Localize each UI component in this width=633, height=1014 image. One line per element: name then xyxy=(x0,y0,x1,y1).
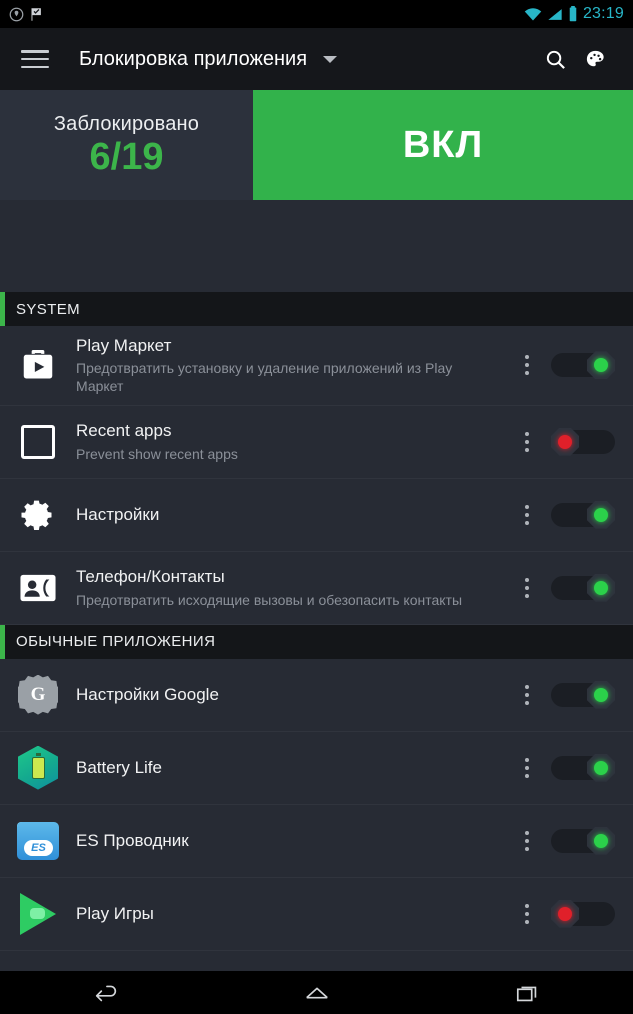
recents-icon[interactable] xyxy=(483,971,573,1014)
lock-toggle[interactable] xyxy=(545,754,621,782)
blocked-summary-bar: Заблокировано 6/19 ВКЛ xyxy=(0,90,633,200)
blocked-count: 6/19 xyxy=(90,138,164,178)
list-item-text: Play Маркет Предотвратить установку и уд… xyxy=(76,335,509,396)
list-item-text: Настройки Google xyxy=(76,684,509,705)
list-item-text: Телефон/Контакты Предотвратить исходящие… xyxy=(76,566,509,608)
list-item[interactable]: Battery Life xyxy=(0,732,633,805)
list-item[interactable]: Play Игры xyxy=(0,878,633,951)
gear-icon xyxy=(0,497,76,533)
list-item-title: Recent apps xyxy=(76,420,501,441)
list-item-title: Play Игры xyxy=(76,903,501,924)
list-item-text: Recent apps Prevent show recent apps xyxy=(76,420,509,462)
list-item[interactable]: Настройки xyxy=(0,479,633,552)
more-vertical-icon[interactable] xyxy=(509,685,545,705)
app-toolbar: Блокировка приложения xyxy=(0,28,633,90)
chevron-down-icon[interactable] xyxy=(323,56,337,63)
section-title: ОБЫЧНЫЕ ПРИЛОЖЕНИЯ xyxy=(5,633,215,650)
list-item-title: Настройки Google xyxy=(76,684,501,705)
lock-toggle[interactable] xyxy=(545,501,621,529)
system-navigation-bar xyxy=(0,971,633,1014)
lock-toggle[interactable] xyxy=(545,428,621,456)
more-vertical-icon[interactable] xyxy=(509,831,545,851)
status-bar-clock: 23:19 xyxy=(583,5,624,23)
section-header-normal-apps: ОБЫЧНЫЕ ПРИЛОЖЕНИЯ xyxy=(0,625,633,659)
list-item[interactable]: Телефон/Контакты Предотвратить исходящие… xyxy=(0,552,633,625)
recent-apps-square-icon xyxy=(0,425,76,459)
play-store-icon xyxy=(0,346,76,384)
master-toggle-button[interactable]: ВКЛ xyxy=(253,90,633,200)
lock-toggle[interactable] xyxy=(545,351,621,379)
blocked-label: Заблокировано xyxy=(54,113,199,136)
list-item[interactable]: Play Маркет Предотвратить установку и уд… xyxy=(0,326,633,406)
list-item-title: Battery Life xyxy=(76,757,501,778)
list-item-text: Play Игры xyxy=(76,903,509,924)
list-item-title: Настройки xyxy=(76,504,501,525)
list-item[interactable]: Recent apps Prevent show recent apps xyxy=(0,406,633,479)
app-root: 23:19 Блокировка приложения Заблок xyxy=(0,0,633,1014)
list-item-subtitle: Prevent show recent apps xyxy=(76,445,501,463)
lock-toggle[interactable] xyxy=(545,681,621,709)
play-games-icon xyxy=(0,893,76,935)
location-notification-icon xyxy=(9,7,24,22)
content-spacer xyxy=(0,200,633,292)
list-item-text: ES Проводник xyxy=(76,830,509,851)
cellular-signal-icon xyxy=(547,7,563,22)
more-vertical-icon[interactable] xyxy=(509,758,545,778)
list-item-title: Телефон/Контакты xyxy=(76,566,501,587)
section-header-system: SYSTEM xyxy=(0,292,633,326)
list-item-subtitle: Предотвратить исходящие вызовы и обезопа… xyxy=(76,591,501,609)
battery-life-icon xyxy=(0,746,76,790)
more-vertical-icon[interactable] xyxy=(509,904,545,924)
list-item-text: Battery Life xyxy=(76,757,509,778)
page-title: Блокировка приложения xyxy=(79,48,307,71)
list-item-title: Play Маркет xyxy=(76,335,501,356)
more-vertical-icon[interactable] xyxy=(509,578,545,598)
app-list-scroll[interactable]: SYSTEM Play Маркет Предотвратить установ… xyxy=(0,292,633,1014)
search-icon[interactable] xyxy=(535,39,575,79)
lock-toggle[interactable] xyxy=(545,827,621,855)
es-file-explorer-icon: ES xyxy=(0,822,76,860)
status-bar: 23:19 xyxy=(0,0,633,28)
blocked-counter-panel: Заблокировано 6/19 xyxy=(0,90,253,200)
google-settings-icon: G xyxy=(0,675,76,715)
palette-icon[interactable] xyxy=(575,39,615,79)
list-item-text: Настройки xyxy=(76,504,509,525)
more-vertical-icon[interactable] xyxy=(509,505,545,525)
home-icon[interactable] xyxy=(272,971,362,1014)
battery-icon xyxy=(568,6,578,22)
more-vertical-icon[interactable] xyxy=(509,355,545,375)
lock-toggle[interactable] xyxy=(545,900,621,928)
check-flag-notification-icon xyxy=(29,7,44,22)
list-item[interactable]: G Настройки Google xyxy=(0,659,633,732)
wifi-icon xyxy=(524,7,542,22)
status-bar-indicators: 23:19 xyxy=(524,5,624,23)
status-bar-notifications xyxy=(9,7,44,22)
section-title: SYSTEM xyxy=(5,301,80,318)
lock-toggle[interactable] xyxy=(545,574,621,602)
more-vertical-icon[interactable] xyxy=(509,432,545,452)
back-icon[interactable] xyxy=(61,971,151,1014)
list-item[interactable]: ES ES Проводник xyxy=(0,805,633,878)
list-item-subtitle: Предотвратить установку и удаление прило… xyxy=(76,359,501,395)
hamburger-menu-icon[interactable] xyxy=(18,47,52,71)
list-item-title: ES Проводник xyxy=(76,830,501,851)
contacts-phone-icon xyxy=(0,572,76,604)
